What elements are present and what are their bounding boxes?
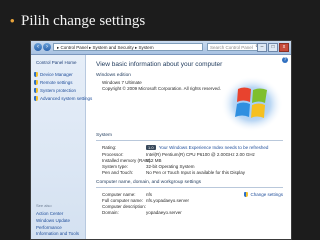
memory-label: Installed memory (RAM):	[102, 158, 152, 163]
search-placeholder: Search Control Panel	[210, 45, 253, 50]
link-label: Remote settings	[40, 80, 73, 85]
edition-name: Windows 7 Ultimate	[102, 80, 142, 85]
divider	[96, 187, 283, 188]
action-center-link[interactable]: Action Center	[36, 211, 63, 217]
computer-name-label: Computer name:	[102, 192, 136, 197]
full-name-value: nfs.yopadaeyo.server	[146, 198, 190, 203]
shield-icon	[244, 192, 249, 197]
system-protection-link[interactable]: System protection	[34, 88, 76, 93]
link-label: System protection	[40, 88, 77, 93]
link-label: Advanced system settings	[40, 96, 93, 101]
performance-info-link[interactable]: Performance Information and Tools	[36, 225, 84, 237]
copyright-text: Copyright © 2009 Microsoft Corporation. …	[102, 86, 221, 91]
processor-label: Processor:	[102, 152, 124, 157]
see-also-heading: See also	[36, 203, 52, 208]
computer-name-heading: Computer name, domain, and workgroup set…	[96, 180, 202, 185]
advanced-system-settings-link[interactable]: Advanced system settings	[34, 96, 92, 101]
shield-icon	[34, 80, 38, 85]
remote-settings-link[interactable]: Remote settings	[34, 80, 73, 85]
window-controls: – □ x	[257, 43, 289, 52]
maximize-button[interactable]: □	[268, 43, 278, 52]
rating-badge: 1.0	[146, 145, 156, 150]
domain-value: yopadaeyo.server	[146, 210, 182, 215]
windows-update-link[interactable]: Windows Update	[36, 218, 70, 224]
change-settings-link[interactable]: Change settings	[244, 192, 283, 197]
windows-logo	[220, 75, 284, 133]
windows-edition-heading: Windows edition	[96, 73, 131, 78]
close-button[interactable]: x	[279, 43, 289, 52]
shield-icon	[34, 96, 38, 101]
control-panel-home-link[interactable]: Control Panel Home	[36, 60, 77, 65]
divider	[96, 140, 283, 141]
rating-label: Rating:	[102, 145, 117, 150]
system-window: ‹ › ▸ Control Panel ▸ System and Securit…	[31, 41, 291, 239]
processor-value: Intel(R) Pentium(R) CPU P6100 @ 2.00GHz …	[146, 152, 255, 157]
link-label: Device Manager	[40, 72, 73, 77]
rating-value: 1.0 Your Windows Experience Index needs …	[146, 145, 268, 150]
computer-name-value: nfs	[146, 192, 153, 197]
main-content: View basic information about your comput…	[86, 55, 291, 239]
left-navigation-pane: Control Panel Home Device Manager Remote…	[31, 55, 92, 239]
slide-bullet: •	[10, 13, 15, 28]
device-manager-link[interactable]: Device Manager	[34, 72, 73, 77]
pen-touch-label: Pen and Touch:	[102, 170, 134, 175]
system-heading: System	[96, 133, 112, 138]
memory-value: 512 MB	[146, 158, 162, 163]
slide-title: Pilih change settings	[21, 13, 146, 29]
pen-touch-value: No Pen or Touch Input is available for t…	[146, 170, 245, 175]
change-settings-label: Change settings	[250, 192, 283, 197]
domain-label: Domain:	[102, 210, 119, 215]
address-bar-row: ‹ › ▸ Control Panel ▸ System and Securit…	[31, 41, 291, 55]
breadcrumb[interactable]: ▸ Control Panel ▸ System and Security ▸ …	[53, 43, 203, 51]
page-title: View basic information about your comput…	[96, 61, 223, 68]
shield-icon	[34, 72, 38, 77]
minimize-button[interactable]: –	[257, 43, 267, 52]
system-type-label: System type:	[102, 164, 129, 169]
back-icon[interactable]: ‹	[34, 43, 42, 51]
description-label: Computer description:	[102, 204, 147, 209]
forward-icon[interactable]: ›	[43, 43, 51, 51]
experience-index-link[interactable]: Your Windows Experience Index needs to b…	[159, 145, 269, 150]
system-type-value: 32-bit Operating System	[146, 164, 195, 169]
shield-icon	[34, 88, 38, 93]
search-input[interactable]: Search Control Panel ⚲	[207, 43, 261, 51]
full-name-label: Full computer name:	[102, 198, 144, 203]
